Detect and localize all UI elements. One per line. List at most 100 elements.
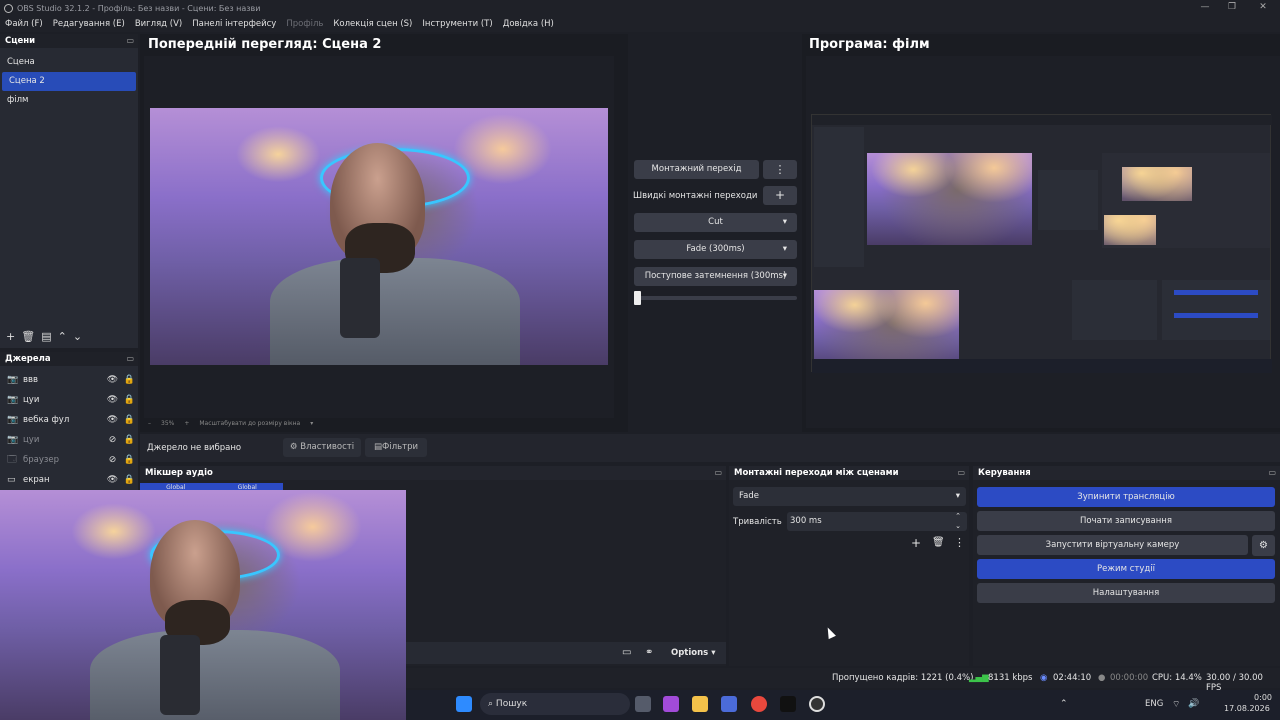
lock-icon[interactable]: 🔒 (121, 395, 138, 405)
clock-time[interactable]: 0:00 (1252, 693, 1272, 702)
scene-item[interactable]: Сцена (0, 53, 138, 72)
duration-input[interactable]: 300 ms ⌃ ⌄ (787, 512, 967, 531)
minimize-icon[interactable]: — (1190, 0, 1220, 16)
stepper-down-icon[interactable]: ⌄ (955, 517, 961, 536)
menu-item[interactable]: Файл (F) (0, 19, 48, 29)
tbar-handle[interactable] (634, 291, 641, 305)
scene-item[interactable]: філм (0, 91, 138, 110)
fit-to-window[interactable]: Масштабувати до розміру вікна (199, 420, 300, 427)
move-down-icon[interactable]: ⌄ (73, 330, 82, 343)
tray-chevron-icon[interactable]: ⌃ (1060, 699, 1068, 709)
source-item[interactable]: 🗔 браузер ⊘ 🔒 (0, 450, 138, 470)
preview-video[interactable] (150, 108, 608, 365)
menu-item[interactable]: Інструменти (T) (417, 19, 497, 29)
eye-icon[interactable]: 👁 (104, 475, 121, 485)
transitions-header: Монтажні переходи між сценами ▭ (729, 466, 969, 480)
layout-icon[interactable]: ▭ (622, 647, 631, 658)
virtual-camera-settings-icon[interactable]: ⚙ (1252, 535, 1275, 556)
eye-hidden-icon[interactable]: ⊘ (104, 455, 121, 465)
menu-item[interactable]: Панелі інтерфейсу (187, 19, 281, 29)
link-icon[interactable]: ⚭ (645, 647, 653, 658)
task-view-icon[interactable] (635, 696, 651, 712)
maximize-icon[interactable]: ❐ (1217, 0, 1247, 16)
quick-transition-button[interactable]: Fade (300ms) ▾ (634, 240, 797, 259)
zoom-out-icon[interactable]: – (148, 420, 151, 427)
store-icon[interactable] (721, 696, 737, 712)
options-button[interactable]: Options ▾ (671, 648, 715, 658)
menu-item[interactable]: Профіль (281, 19, 328, 29)
eye-icon[interactable]: 👁 (104, 395, 121, 405)
chevron-down-icon[interactable]: ▾ (310, 420, 313, 427)
control-button[interactable]: Почати записування (977, 511, 1275, 531)
taskbar-search[interactable]: ⌕ Пошук (480, 693, 630, 715)
control-button[interactable]: Налаштування (977, 583, 1275, 603)
eye-hidden-icon[interactable]: ⊘ (104, 435, 121, 445)
gear-icon: ⚙ (289, 442, 298, 452)
tbar-track[interactable] (634, 296, 797, 300)
program-title: Програма: філм (809, 37, 930, 52)
lock-icon[interactable]: 🔒 (121, 375, 138, 385)
chrome-icon[interactable] (751, 696, 767, 712)
chevron-down-icon: ▾ (782, 244, 787, 254)
popout-icon[interactable]: ▭ (714, 466, 722, 480)
add-icon[interactable]: + (911, 536, 921, 550)
source-label: ввв (23, 375, 39, 385)
more-options-icon[interactable]: ⋮ (763, 160, 797, 179)
source-item[interactable]: 📷 ввв 👁 🔒 (0, 370, 138, 390)
eye-icon[interactable]: 👁 (104, 415, 121, 425)
scene-item[interactable]: Сцена 2 (2, 72, 136, 91)
filters-button[interactable]: ▤Фільтри (365, 438, 427, 457)
language-indicator[interactable]: ENG (1145, 699, 1163, 709)
move-up-icon[interactable]: ⌃ (58, 330, 67, 343)
filter-icon[interactable]: ▤ (41, 330, 51, 343)
popout-icon[interactable]: ▭ (957, 466, 965, 480)
eye-icon[interactable]: 👁 (104, 375, 121, 385)
source-item[interactable]: 📷 цуи 👁 🔒 (0, 390, 138, 410)
obs-taskbar-icon[interactable] (809, 696, 825, 712)
popout-icon[interactable]: ▭ (126, 34, 134, 48)
search-icon: ⌕ (488, 699, 494, 709)
scenes-header: Сцени ▭ (0, 34, 138, 48)
title-bar: OBS Studio 32.1.2 - Профіль: Без назви -… (0, 0, 1280, 16)
menu-item[interactable]: Редагування (E) (48, 19, 130, 29)
windows-start-icon[interactable] (456, 696, 472, 712)
properties-button[interactable]: ⚙ Властивості (283, 438, 361, 457)
zoom-in-icon[interactable]: + (184, 420, 189, 427)
trash-icon[interactable]: 🗑 (932, 537, 945, 548)
add-icon[interactable]: + (6, 330, 15, 343)
control-button[interactable]: Режим студії (977, 559, 1275, 579)
lock-icon[interactable]: 🔒 (121, 415, 138, 425)
menu-item[interactable]: Довідка (H) (498, 19, 559, 29)
copilot-icon[interactable] (663, 696, 679, 712)
signal-icon: ▂▄▆ (969, 673, 989, 683)
clock-date[interactable]: 17.08.2026 (1224, 704, 1270, 713)
menu-item[interactable]: Вигляд (V) (130, 19, 187, 29)
tiktok-icon[interactable] (780, 696, 796, 712)
file-explorer-icon[interactable] (692, 696, 708, 712)
transition-select[interactable]: Fade ▾ (733, 487, 966, 506)
add-quick-transition-icon[interactable]: + (763, 186, 797, 205)
more-options-icon[interactable]: ⋮ (954, 536, 965, 549)
source-item[interactable]: 📷 вебка фул 👁 🔒 (0, 410, 138, 430)
close-icon[interactable]: ✕ (1248, 0, 1278, 16)
wifi-icon[interactable]: ⌔ (1172, 699, 1180, 710)
popout-icon[interactable]: ▭ (126, 352, 134, 366)
controls-header: Керування ▭ (973, 466, 1280, 480)
trash-icon[interactable]: 🗑 (21, 330, 35, 343)
source-item[interactable]: 📷 цуи ⊘ 🔒 (0, 430, 138, 450)
popout-icon[interactable]: ▭ (1268, 466, 1276, 480)
volume-icon[interactable]: 🔊 (1188, 699, 1199, 709)
stream-icon: ◉ (1040, 673, 1048, 683)
lock-icon[interactable]: 🔒 (121, 455, 138, 465)
control-button[interactable]: Запустити віртуальну камеру (977, 535, 1248, 555)
quick-transition-button[interactable]: Cut ▾ (634, 213, 797, 232)
menu-item[interactable]: Колекція сцен (S) (328, 19, 417, 29)
transition-button[interactable]: Монтажний перехід (634, 160, 759, 179)
record-icon: ● (1098, 673, 1106, 683)
program-video[interactable] (811, 114, 1272, 373)
lock-icon[interactable]: 🔒 (121, 435, 138, 445)
lock-icon[interactable]: 🔒 (121, 475, 138, 485)
source-item[interactable]: ▭ екран 👁 🔒 (0, 470, 138, 490)
control-button[interactable]: Зупинити трансляцію (977, 487, 1275, 507)
quick-transition-button[interactable]: Поступове затемнення (300ms) ▾ (634, 267, 797, 286)
